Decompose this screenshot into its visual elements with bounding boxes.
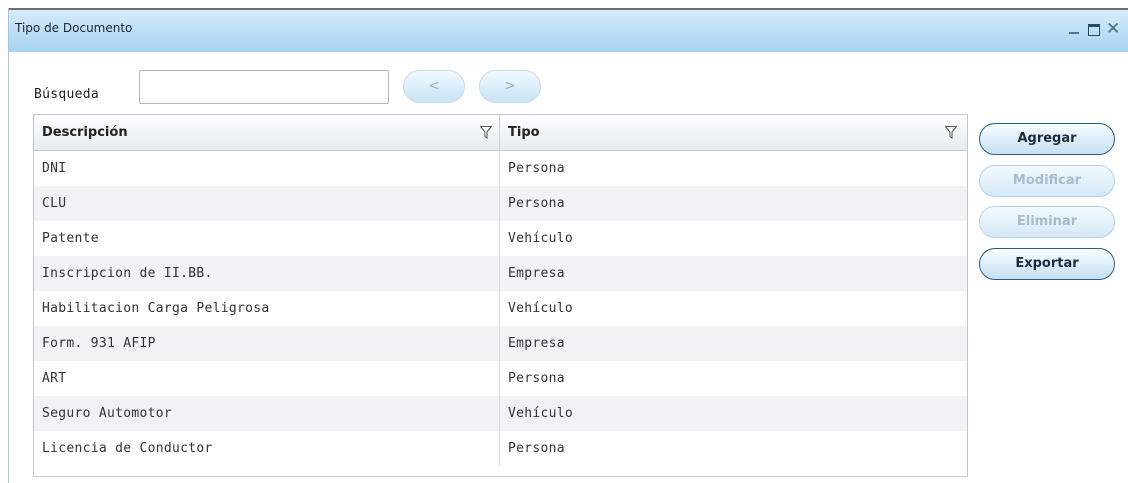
column-header-label: Tipo: [508, 125, 540, 140]
table-row[interactable]: Inscripcion de II.BB. Empresa: [34, 256, 967, 291]
filter-icon[interactable]: [945, 126, 957, 139]
filter-icon[interactable]: [480, 126, 492, 139]
minimize-icon[interactable]: [1066, 18, 1084, 40]
column-header-tipo[interactable]: Tipo: [500, 115, 967, 150]
cell-tipo: Persona: [508, 371, 565, 386]
export-button[interactable]: Exportar: [979, 248, 1115, 280]
cell-descripcion: CLU: [34, 186, 500, 221]
cell-tipo: Persona: [508, 161, 565, 176]
window-title: Tipo de Documento: [15, 21, 133, 35]
cell-tipo: Vehículo: [508, 231, 574, 246]
table-row[interactable]: ART Persona: [34, 361, 967, 396]
previous-button[interactable]: <: [403, 70, 465, 103]
table-row[interactable]: Form. 931 AFIP Empresa: [34, 326, 967, 361]
cell-descripcion: DNI: [34, 151, 500, 186]
search-input[interactable]: [139, 70, 389, 104]
close-icon[interactable]: ✕: [1106, 18, 1124, 40]
cell-descripcion: Inscripcion de II.BB.: [34, 256, 500, 291]
cell-descripcion: ART: [34, 361, 500, 396]
column-header-descripcion[interactable]: Descripción: [34, 115, 500, 150]
maximize-icon[interactable]: [1086, 18, 1104, 40]
cell-descripcion: Seguro Automotor: [34, 396, 500, 431]
cell-descripcion: Form. 931 AFIP: [34, 326, 500, 361]
add-button[interactable]: Agregar: [979, 123, 1115, 155]
table-row[interactable]: CLU Persona: [34, 186, 967, 221]
next-button[interactable]: >: [479, 70, 541, 103]
table-row[interactable]: DNI Persona: [34, 151, 967, 186]
cell-descripcion: Patente: [34, 221, 500, 256]
delete-button[interactable]: Eliminar: [979, 206, 1115, 238]
table-row[interactable]: Patente Vehículo: [34, 221, 967, 256]
table-header: Descripción Tipo: [34, 115, 967, 151]
table-row[interactable]: Habilitacion Carga Peligrosa Vehículo: [34, 291, 967, 326]
table-row[interactable]: Licencia de Conductor Persona: [34, 431, 967, 466]
cell-tipo: Persona: [508, 196, 565, 211]
cell-descripcion: Habilitacion Carga Peligrosa: [34, 291, 500, 326]
cell-tipo: Persona: [508, 441, 565, 456]
cell-tipo: Empresa: [508, 266, 565, 281]
window-titlebar[interactable]: Tipo de Documento ✕: [9, 8, 1128, 52]
modify-button[interactable]: Modificar: [979, 165, 1115, 197]
cell-tipo: Vehículo: [508, 406, 574, 421]
document-types-table: Descripción Tipo DNI Persona CLU Persona: [33, 114, 968, 477]
cell-tipo: Vehículo: [508, 301, 574, 316]
cell-descripcion: Licencia de Conductor: [34, 431, 500, 466]
table-row[interactable]: Seguro Automotor Vehículo: [34, 396, 967, 431]
document-type-window: Tipo de Documento ✕ Búsqueda < > Descrip…: [8, 8, 1128, 483]
search-label: Búsqueda: [34, 87, 100, 102]
cell-tipo: Empresa: [508, 336, 565, 351]
column-header-label: Descripción: [42, 125, 128, 140]
